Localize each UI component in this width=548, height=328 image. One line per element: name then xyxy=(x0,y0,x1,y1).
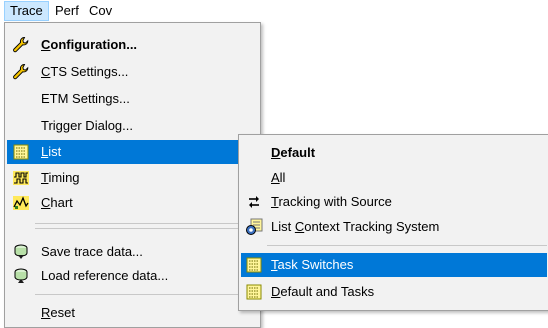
menu-separator xyxy=(35,294,258,295)
timing-label: iming xyxy=(48,170,80,185)
menu-bar: Trace Perf Cov xyxy=(0,0,548,22)
tracking-label: racking with Source xyxy=(278,194,392,209)
context-mnemonic: C xyxy=(294,219,305,234)
list-icon xyxy=(245,283,263,301)
menu-separator xyxy=(35,228,258,229)
menu-item-configuration[interactable]: Configuration... xyxy=(7,33,258,57)
default-mnemonic: D xyxy=(271,145,281,160)
submenu-item-list-context-tracking[interactable]: List Context Tracking System xyxy=(241,215,547,239)
list-submenu: Default All Tracking with Source List Co… xyxy=(238,134,548,311)
default-and-tasks-label: efault and Tasks xyxy=(280,284,375,299)
list-label: ist xyxy=(48,144,62,159)
menubar-cov-label: Cov xyxy=(89,3,113,18)
timing-icon xyxy=(12,169,30,187)
menubar-perf[interactable]: Perf xyxy=(50,2,84,20)
default-and-tasks-mnemonic: D xyxy=(271,284,281,299)
trace-menu: Configuration... CTS Settings... ETM Set… xyxy=(4,22,261,328)
list-context-prefix: List xyxy=(271,219,295,234)
tracking-arrows-icon xyxy=(245,193,263,211)
load-reference-icon xyxy=(12,267,30,285)
list-icon xyxy=(12,143,30,161)
menu-item-chart[interactable]: Chart xyxy=(7,191,258,215)
menu-separator xyxy=(35,223,258,224)
menu-item-cts-settings[interactable]: CTS Settings... xyxy=(7,60,258,84)
menu-separator xyxy=(267,245,547,246)
context-tracking-label: ontext Tracking System xyxy=(304,219,440,234)
save-trace-icon xyxy=(12,243,30,261)
chart-mnemonic: C xyxy=(41,195,51,210)
menu-item-reset[interactable]: Reset xyxy=(7,301,258,325)
list-icon xyxy=(245,256,263,274)
chart-label: hart xyxy=(50,195,73,210)
trigger-dialog-label: Trigger Dialog... xyxy=(41,118,133,133)
reset-mnemonic: R xyxy=(41,305,51,320)
menu-item-load-reference-data[interactable]: Load reference data... xyxy=(7,264,258,288)
menu-item-timing[interactable]: Timing xyxy=(7,166,258,190)
reset-label: eset xyxy=(50,305,75,320)
cts-settings-mnemonic: C xyxy=(41,64,51,79)
wrench-icon xyxy=(12,63,30,81)
submenu-item-task-switches[interactable]: Task Switches xyxy=(241,253,547,277)
wrench-icon xyxy=(12,36,30,54)
load-reference-data-label: Load reference data... xyxy=(41,268,169,283)
submenu-item-default[interactable]: Default xyxy=(241,141,547,165)
cts-settings-label: TS Settings... xyxy=(50,64,129,79)
configuration-mnemonic: C xyxy=(41,37,51,52)
menubar-cov[interactable]: Cov xyxy=(84,2,117,20)
etm-settings-label: ETM Settings... xyxy=(41,91,130,106)
all-label: ll xyxy=(279,170,286,185)
menubar-trace[interactable]: Trace xyxy=(4,1,49,21)
menu-item-list[interactable]: List xyxy=(7,140,258,164)
submenu-item-tracking-with-source[interactable]: Tracking with Source xyxy=(241,190,547,214)
menu-item-trigger-dialog[interactable]: Trigger Dialog... xyxy=(7,114,258,138)
menubar-perf-label: Perf xyxy=(55,3,79,18)
default-label: efault xyxy=(280,145,316,160)
submenu-item-all[interactable]: All xyxy=(241,166,547,190)
all-mnemonic: A xyxy=(271,170,280,185)
task-switches-label: ask Switches xyxy=(277,257,354,272)
save-trace-data-label: Save trace data... xyxy=(41,244,143,259)
menubar-trace-label: Trace xyxy=(10,3,43,18)
context-tracking-icon xyxy=(245,218,263,236)
submenu-item-default-and-tasks[interactable]: Default and Tasks xyxy=(241,280,547,304)
configuration-label: onfiguration... xyxy=(50,37,138,52)
menu-item-save-trace-data[interactable]: Save trace data... xyxy=(7,240,258,264)
chart-icon xyxy=(12,194,30,212)
menu-item-etm-settings[interactable]: ETM Settings... xyxy=(7,87,258,111)
